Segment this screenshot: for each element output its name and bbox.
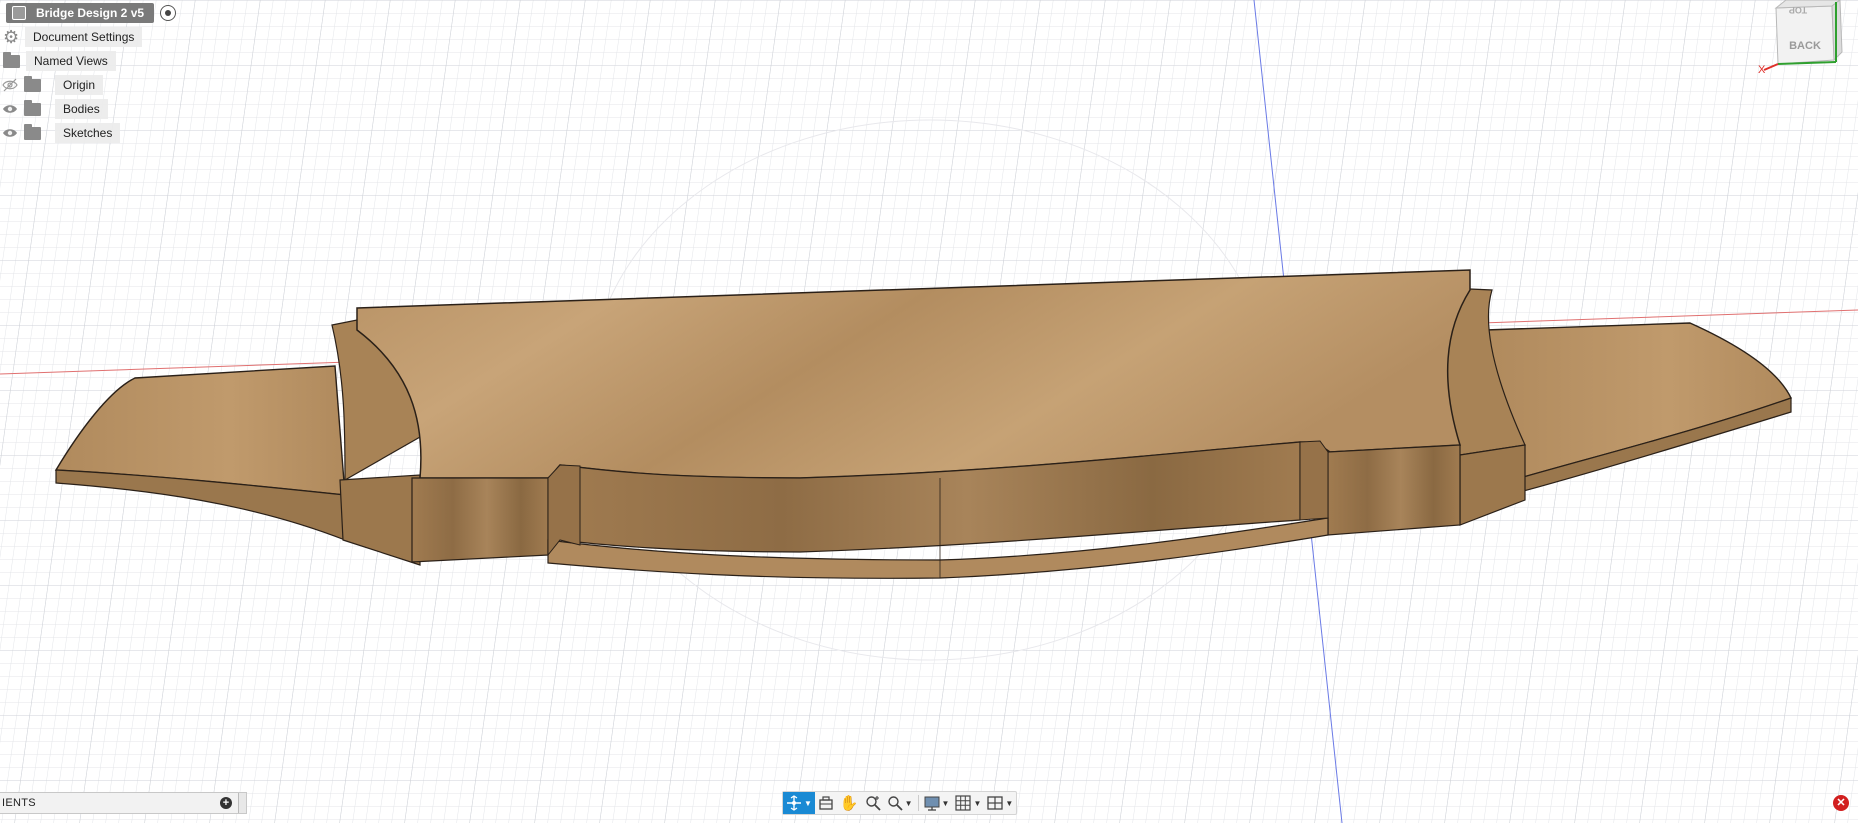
viewports-icon — [987, 796, 1004, 810]
comments-label: IENTS — [2, 797, 36, 809]
comments-panel[interactable]: IENTS + — [0, 792, 247, 814]
eye-hidden-icon[interactable] — [2, 77, 18, 93]
navigation-toolbar: ▼ ✋ ▼ ▼ ▼ ▼ — [782, 791, 1018, 815]
activate-target-icon[interactable] — [160, 5, 177, 21]
viewcube-axis-x: X — [1758, 64, 1766, 76]
chevron-down-icon[interactable]: ▼ — [942, 799, 950, 808]
display-settings-icon — [924, 796, 940, 811]
named-views-label: Named Views — [26, 51, 116, 71]
fit-button[interactable]: ▼ — [884, 792, 916, 814]
pan-button[interactable]: ✋ — [837, 792, 862, 814]
gear-icon: ⚙ — [3, 27, 20, 47]
browser-item-bodies[interactable]: Bodies — [0, 98, 108, 120]
grid-snap-icon — [955, 795, 972, 811]
add-comment-icon[interactable]: + — [220, 797, 232, 809]
browser-item-origin[interactable]: Origin — [0, 74, 104, 96]
close-icon[interactable]: ✕ — [1833, 795, 1849, 811]
panel-resize-handle[interactable] — [238, 793, 246, 813]
document-settings-label: Document Settings — [25, 27, 143, 47]
browser-item-named-views[interactable]: Named Views — [0, 50, 116, 72]
browser-item-sketches[interactable]: Sketches — [0, 122, 121, 144]
document-title-text: Bridge Design 2 v5 — [36, 6, 145, 20]
fit-icon — [887, 796, 903, 811]
eye-icon[interactable] — [2, 101, 18, 117]
orbit-icon — [787, 795, 801, 811]
bridge-body — [356, 269, 1471, 579]
folder-icon — [24, 123, 41, 140]
viewcube-face-label[interactable]: BACK — [1789, 40, 1821, 52]
display-settings-button[interactable]: ▼ — [921, 792, 953, 814]
chevron-down-icon[interactable]: ▼ — [804, 799, 812, 808]
document-icon — [12, 6, 26, 20]
canvas-viewport[interactable]: BACK TOP X — [0, 0, 1858, 823]
chevron-down-icon[interactable]: ▼ — [1005, 799, 1013, 808]
origin-label: Origin — [55, 75, 104, 95]
document-title-row[interactable]: Bridge Design 2 v5 — [6, 2, 177, 24]
toolbar-separator — [917, 795, 919, 811]
look-at-icon — [819, 796, 833, 810]
chevron-down-icon[interactable]: ▼ — [973, 799, 981, 808]
viewports-button[interactable]: ▼ — [984, 792, 1016, 814]
chevron-down-icon[interactable]: ▼ — [905, 799, 913, 808]
zoom-icon — [865, 796, 881, 811]
look-at-button[interactable] — [815, 792, 837, 814]
browser-item-document-settings[interactable]: ⚙ Document Settings — [0, 26, 143, 48]
folder-icon — [3, 51, 20, 68]
folder-icon — [24, 75, 41, 92]
folder-icon — [24, 99, 41, 116]
pan-icon: ✋ — [839, 795, 859, 812]
eye-icon[interactable] — [2, 125, 18, 141]
bodies-label: Bodies — [55, 99, 108, 119]
viewcube-top-label[interactable]: TOP — [1789, 5, 1807, 15]
document-title[interactable]: Bridge Design 2 v5 — [6, 3, 155, 23]
grid-snap-button[interactable]: ▼ — [952, 792, 984, 814]
orbit-button[interactable]: ▼ — [783, 792, 815, 814]
model-canvas[interactable]: BACK TOP X — [0, 0, 1858, 823]
sketches-label: Sketches — [55, 123, 121, 143]
zoom-button[interactable] — [862, 792, 884, 814]
